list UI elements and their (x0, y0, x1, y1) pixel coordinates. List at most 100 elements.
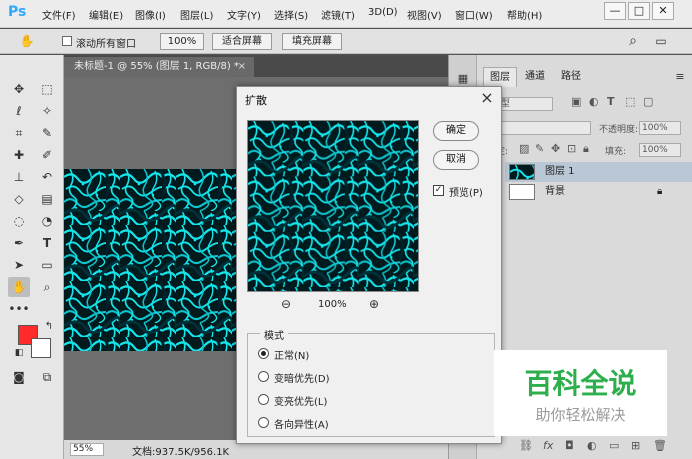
healing-brush-tool-icon[interactable]: ✚ (8, 145, 30, 165)
search-icon[interactable]: ⌕ (622, 31, 644, 51)
mode-normal-radio[interactable] (258, 348, 269, 359)
adjustment-layer-icon[interactable]: ◐ (587, 439, 597, 452)
hand-tool-icon[interactable]: ✋ (8, 277, 30, 297)
preview-checkbox[interactable]: ✓ (433, 185, 444, 196)
crop-tool-icon[interactable]: ⌗ (8, 123, 30, 143)
lock-transparent-icon[interactable]: ▨ (519, 142, 529, 155)
close-icon[interactable]: × (479, 87, 495, 109)
minimize-button[interactable]: — (604, 2, 626, 20)
brush-tool-icon[interactable]: ✐ (36, 145, 58, 165)
zoom-in-icon[interactable]: ⊕ (369, 297, 379, 311)
default-colors-icon[interactable]: ◧ (8, 343, 30, 363)
menu-edit[interactable]: 编辑(E) (89, 7, 123, 22)
move-tool-icon[interactable]: ✥ (8, 79, 30, 99)
mode-normal-label[interactable]: 正常(N) (274, 347, 309, 362)
tab-paths[interactable]: 路径 (555, 67, 587, 87)
menu-filter[interactable]: 滤镜(T) (321, 7, 355, 22)
history-brush-tool-icon[interactable]: ↶ (36, 167, 58, 187)
tab-layers[interactable]: 图层 (483, 67, 517, 87)
menu-layer[interactable]: 图层(L) (180, 7, 213, 22)
zoom-100-button[interactable]: 100% (160, 33, 204, 50)
zoom-level-field[interactable]: 55% (70, 443, 104, 456)
fill-screen-button[interactable]: 填充屏幕 (282, 33, 342, 50)
new-layer-icon[interactable]: ⊞ (631, 439, 640, 452)
ok-button[interactable]: 确定 (433, 121, 479, 141)
preview-zoom-level: 100% (318, 299, 347, 310)
type-tool-icon[interactable]: T (36, 233, 58, 253)
layer-style-icon[interactable]: fx (543, 439, 553, 452)
zoom-tool-icon[interactable]: ⌕ (36, 277, 58, 297)
more-tools-icon[interactable]: ••• (8, 299, 30, 319)
lasso-tool-icon[interactable]: ℓ (8, 101, 30, 121)
link-layers-icon[interactable]: ⛓ (519, 439, 533, 452)
close-icon[interactable]: × (238, 57, 246, 77)
menu-view[interactable]: 视图(V) (407, 7, 442, 22)
zoom-out-icon[interactable]: ⊖ (281, 297, 291, 311)
new-group-icon[interactable]: ▭ (609, 439, 619, 452)
close-window-button[interactable]: ✕ (652, 2, 674, 20)
mode-darken-only-label[interactable]: 变暗优先(D) (274, 370, 330, 385)
menu-window[interactable]: 窗口(W) (455, 7, 493, 22)
panel-menu-icon[interactable]: ≡ (669, 67, 691, 87)
layer-name: 背景 (545, 186, 565, 197)
filter-adjustment-icon[interactable]: ◐ (589, 95, 599, 108)
eyedropper-tool-icon[interactable]: ✎ (36, 123, 58, 143)
menu-bar: Ps 文件(F) 编辑(E) 图像(I) 图层(L) 文字(Y) 选择(S) 滤… (0, 0, 692, 28)
menu-image[interactable]: 图像(I) (135, 7, 166, 22)
fill-field[interactable]: 100% (639, 143, 681, 157)
lock-all-icon[interactable]: 🔒︎ (583, 142, 589, 156)
background-color-swatch[interactable] (31, 338, 51, 358)
layer-row-layer1[interactable]: 图层 1 (505, 162, 692, 182)
document-tab[interactable]: 未标题-1 @ 55% (图层 1, RGB/8) * × (64, 57, 254, 77)
menu-file[interactable]: 文件(F) (42, 7, 76, 22)
path-selection-tool-icon[interactable]: ➤ (8, 255, 30, 275)
filter-pixel-icon[interactable]: ▣ (571, 95, 581, 108)
document-size-info[interactable]: 文档:937.5K/956.1K (132, 443, 229, 458)
blur-tool-icon[interactable]: ◌ (8, 211, 30, 231)
opacity-field[interactable]: 100% (639, 121, 681, 135)
clone-stamp-tool-icon[interactable]: ⊥ (8, 167, 30, 187)
gradient-tool-icon[interactable]: ▤ (36, 189, 58, 209)
mode-group: 模式 正常(N) 变暗优先(D) 变亮优先(L) 各向异性(A) (247, 327, 495, 437)
rectangle-tool-icon[interactable]: ▭ (36, 255, 58, 275)
tab-channels[interactable]: 通道 (519, 67, 551, 87)
blend-mode-select[interactable]: 常 (487, 121, 591, 135)
mode-lighten-only-label[interactable]: 变亮优先(L) (274, 393, 327, 408)
mode-anisotropic-radio[interactable] (258, 417, 269, 428)
workspace-switcher-icon[interactable]: ▭ (650, 31, 672, 51)
filter-smart-object-icon[interactable]: ▢ (643, 95, 653, 108)
marquee-tool-icon[interactable]: ⬚ (36, 79, 58, 99)
add-mask-icon[interactable]: ◘ (565, 439, 574, 452)
eraser-tool-icon[interactable]: ◇ (8, 189, 30, 209)
lock-artboard-icon[interactable]: ⊡ (567, 142, 576, 155)
mode-lighten-only-radio[interactable] (258, 394, 269, 405)
menu-type[interactable]: 文字(Y) (227, 7, 261, 22)
lock-position-icon[interactable]: ✥ (551, 142, 560, 155)
scroll-all-windows-checkbox[interactable] (62, 36, 72, 46)
filter-preview[interactable] (247, 120, 419, 292)
mode-darken-only-radio[interactable] (258, 371, 269, 382)
watermark-title: 百科全说 (524, 367, 637, 400)
mode-legend: 模式 (260, 327, 288, 342)
pen-tool-icon[interactable]: ✒ (8, 233, 30, 253)
hand-tool-preset-icon[interactable]: ✋ (16, 31, 38, 51)
lock-image-icon[interactable]: ✎ (535, 142, 544, 155)
quick-mask-icon[interactable]: ◙ (8, 367, 30, 387)
dodge-tool-icon[interactable]: ◔ (36, 211, 58, 231)
menu-select[interactable]: 选择(S) (274, 7, 308, 22)
layer-row-background[interactable]: 背景 🔒︎ (505, 182, 692, 202)
filter-shape-icon[interactable]: ⬚ (625, 95, 635, 108)
document-canvas-image (64, 169, 244, 351)
cancel-button[interactable]: 取消 (433, 150, 479, 170)
screen-mode-icon[interactable]: ⧉ (36, 367, 58, 387)
delete-layer-icon[interactable]: 🗑︎ (653, 439, 667, 452)
watermark-subtitle: 助你轻松解决 (535, 406, 626, 424)
magic-wand-tool-icon[interactable]: ✧ (36, 101, 58, 121)
filter-type-icon[interactable]: T (607, 95, 615, 108)
mode-anisotropic-label[interactable]: 各向异性(A) (274, 416, 329, 431)
swap-colors-icon[interactable]: ↰ (38, 317, 60, 337)
menu-3d[interactable]: 3D(D) (368, 7, 398, 18)
menu-help[interactable]: 帮助(H) (507, 7, 542, 22)
fit-screen-button[interactable]: 适合屏幕 (212, 33, 272, 50)
maximize-button[interactable]: □ (628, 2, 650, 20)
